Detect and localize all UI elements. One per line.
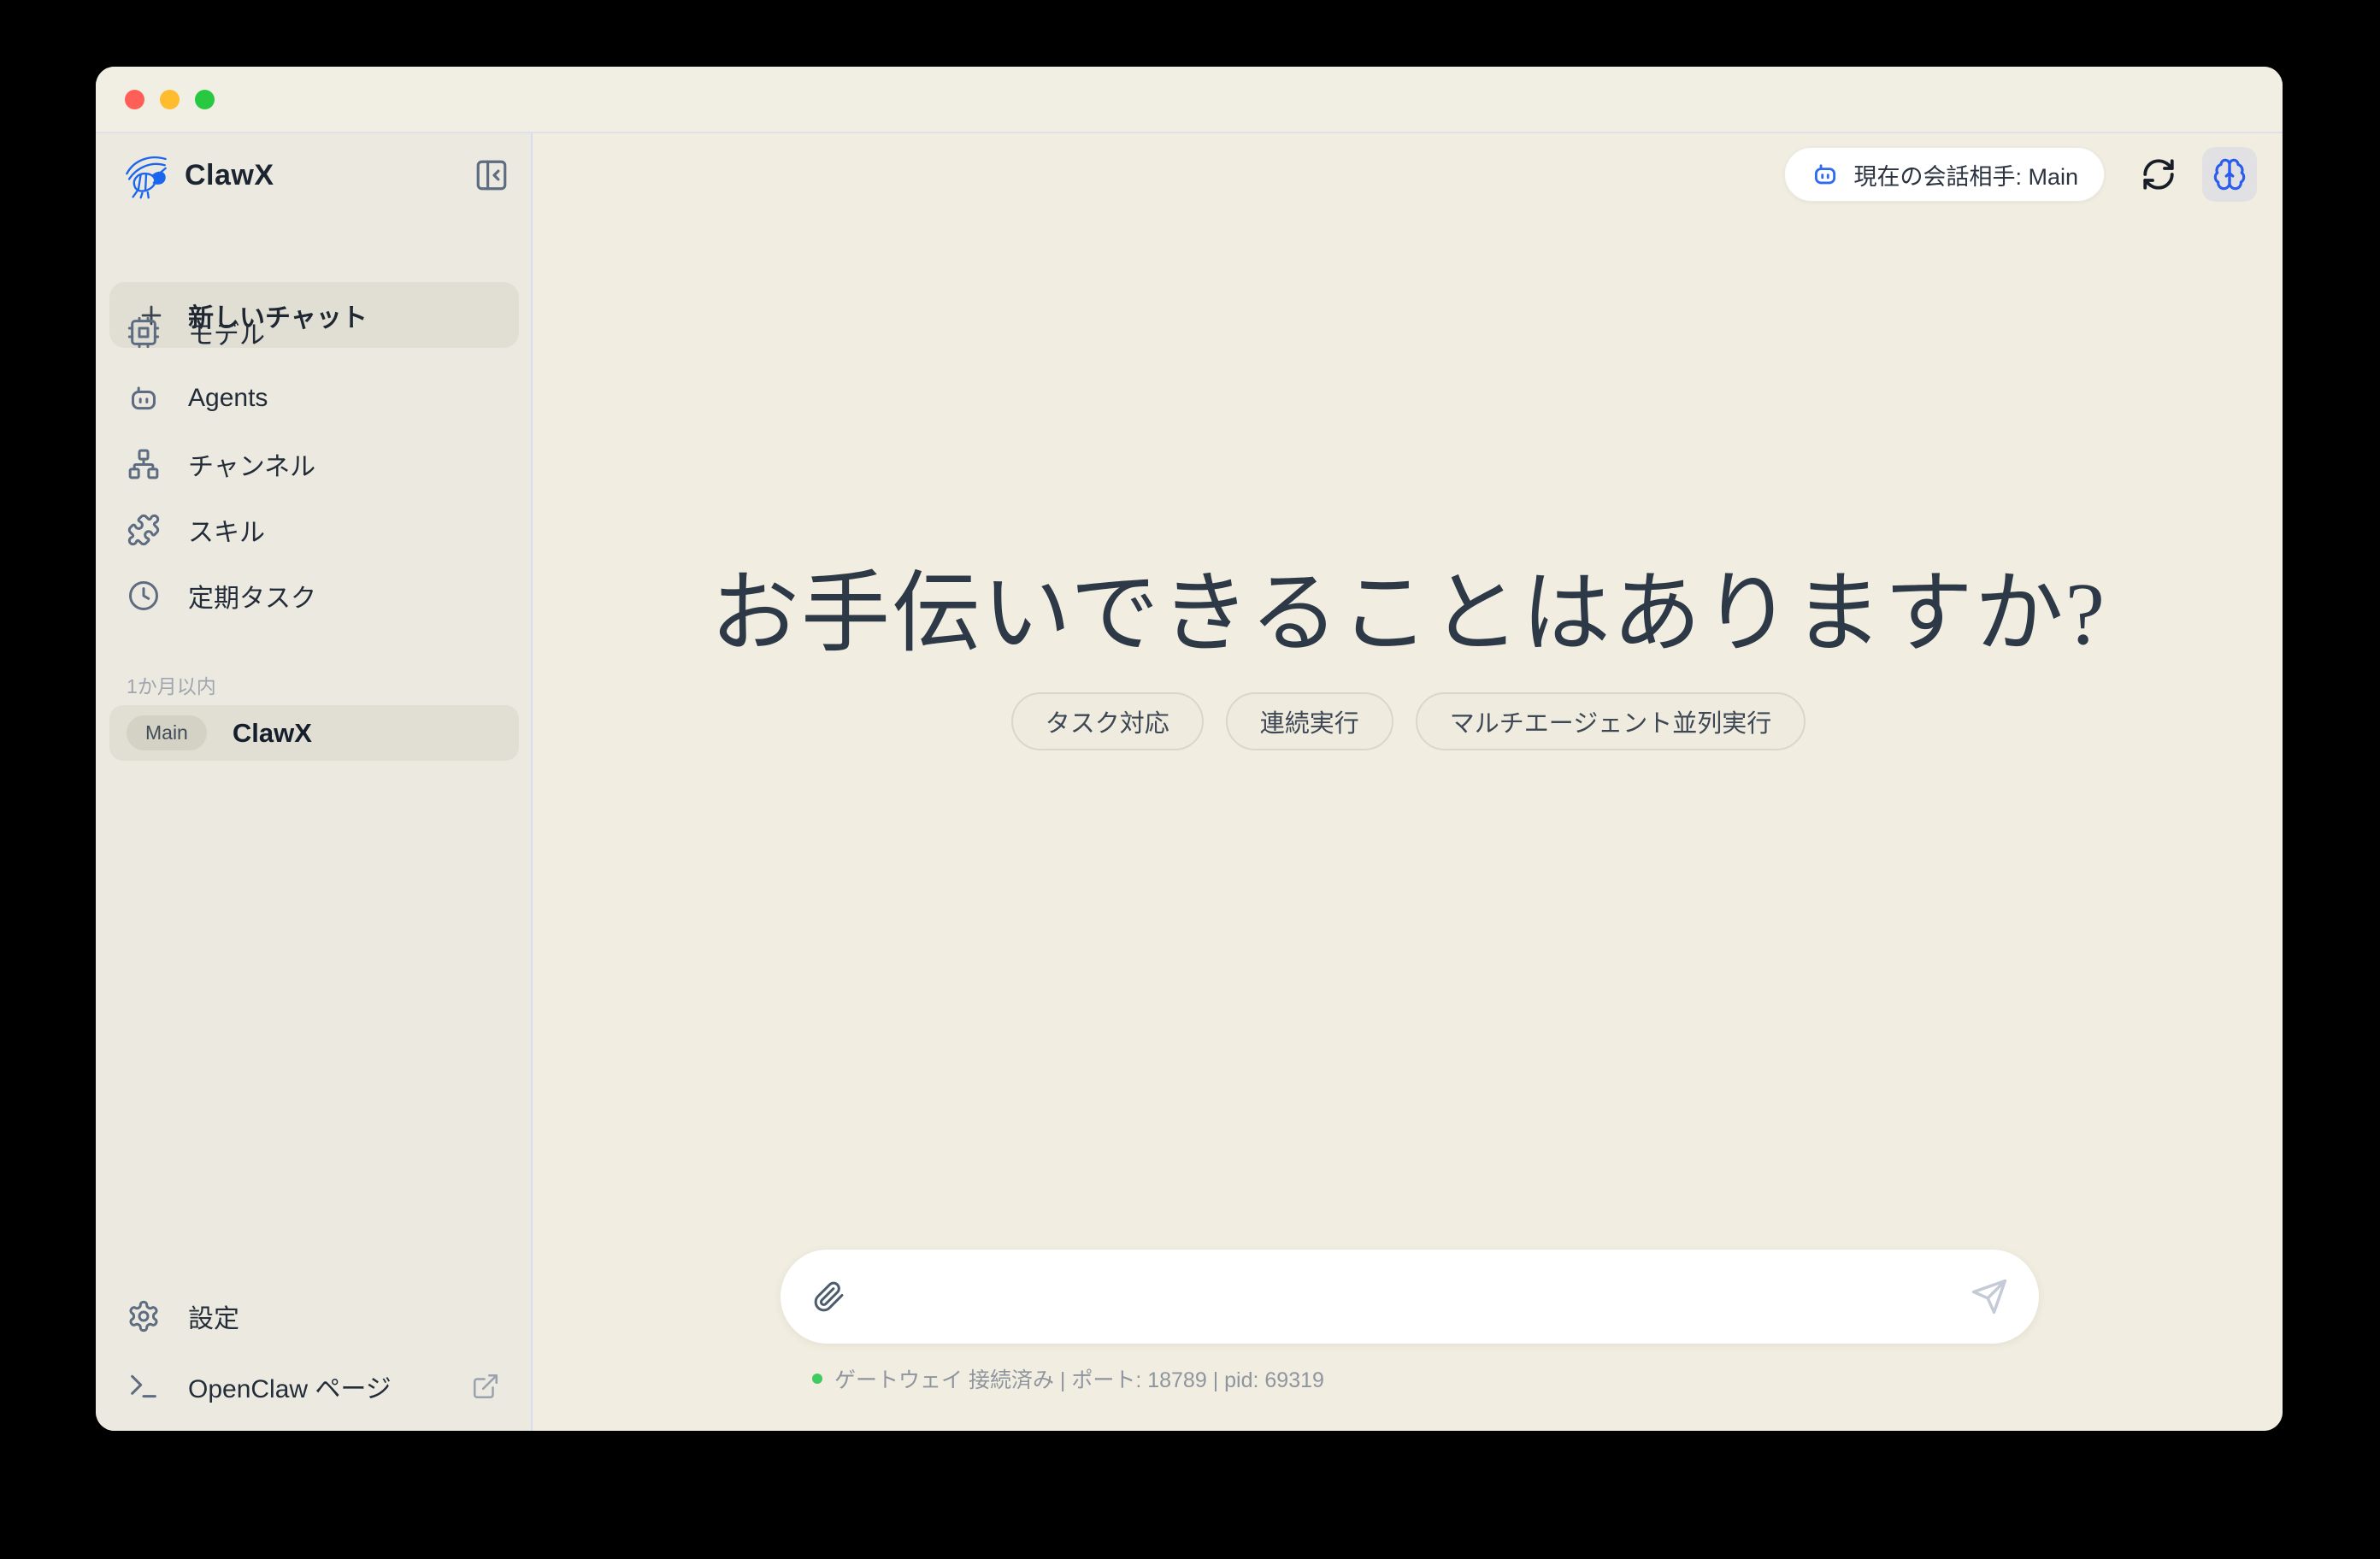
panel-collapse-icon xyxy=(474,157,510,193)
brain-button[interactable] xyxy=(2202,147,2257,202)
main-badge: Main xyxy=(127,715,207,750)
sidebar-item-label: スキル xyxy=(188,511,265,549)
history-section-label: 1か月以内 xyxy=(127,670,216,699)
external-link-icon xyxy=(471,1372,500,1401)
refresh-button[interactable] xyxy=(2139,155,2178,194)
sidebar-item-settings[interactable]: 設定 xyxy=(96,1291,531,1342)
sidebar: ClawX 新しいチャット xyxy=(96,133,533,1431)
brain-icon xyxy=(2212,157,2247,191)
history-item-label: ClawX xyxy=(233,718,312,749)
current-conversation-label: 現在の会話相手: Main xyxy=(1853,158,2078,191)
sidebar-header: ClawX xyxy=(96,147,531,203)
sidebar-footer: 設定 OpenClaw ページ xyxy=(96,1291,531,1412)
titlebar xyxy=(96,67,2283,133)
app-window: ClawX 新しいチャット xyxy=(96,67,2283,1431)
sidebar-item-label: 定期タスク xyxy=(188,577,316,615)
gear-icon xyxy=(127,1299,161,1333)
gateway-statusline: ゲートウェイ 接続済み | ポート: 18789 | pid: 69319 xyxy=(812,1364,1324,1393)
cpu-icon xyxy=(127,315,161,350)
connection-status-dot xyxy=(812,1374,822,1384)
robot-icon xyxy=(1811,160,1840,189)
send-icon[interactable] xyxy=(1971,1278,2008,1315)
sidebar-nav: モデル Agents xyxy=(96,299,531,628)
close-window-button[interactable] xyxy=(125,90,144,109)
network-icon xyxy=(127,447,161,481)
sidebar-item-skills[interactable]: スキル xyxy=(96,497,531,562)
terminal-icon xyxy=(127,1369,161,1403)
main-content: 現在の会話相手: Main xyxy=(534,133,2283,1431)
sidebar-item-label: モデル xyxy=(188,314,265,351)
chip-task-support[interactable]: タスク対応 xyxy=(1011,692,1204,750)
robot-icon xyxy=(127,381,161,415)
sidebar-item-label: チャンネル xyxy=(188,445,315,483)
header-actions: 現在の会話相手: Main xyxy=(1784,147,2257,202)
sidebar-item-agents[interactable]: Agents xyxy=(96,365,531,431)
minimize-window-button[interactable] xyxy=(160,90,180,109)
sidebar-item-models[interactable]: モデル xyxy=(96,299,531,365)
hero: お手伝いできることはありますか? xyxy=(534,540,2283,669)
refresh-icon xyxy=(2141,156,2177,192)
message-input[interactable] xyxy=(845,1250,1971,1344)
window-controls xyxy=(125,90,215,109)
openclaw-page-label: OpenClaw ページ xyxy=(188,1368,392,1405)
sidebar-item-label: Agents xyxy=(188,384,268,413)
current-conversation-chip[interactable]: 現在の会話相手: Main xyxy=(1784,147,2105,202)
clock-icon xyxy=(127,579,161,613)
chip-multi-agent-parallel[interactable]: マルチエージェント並列実行 xyxy=(1416,692,1806,750)
desktop-background: ClawX 新しいチャット xyxy=(0,0,2380,1559)
sidebar-item-openclaw-page[interactable]: OpenClaw ページ xyxy=(96,1361,531,1412)
message-composer xyxy=(781,1250,2039,1344)
greeting-heading: お手伝いできることはありますか? xyxy=(534,540,2283,669)
app-title: ClawX xyxy=(185,159,274,192)
chip-continuous-run[interactable]: 連続実行 xyxy=(1226,692,1393,750)
settings-label: 設定 xyxy=(188,1297,239,1335)
clawx-lobster-logo-icon xyxy=(120,150,173,200)
sidebar-collapse-button[interactable] xyxy=(472,156,511,195)
sidebar-item-scheduled-tasks[interactable]: 定期タスク xyxy=(96,562,531,628)
gateway-status-text: ゲートウェイ 接続済み | ポート: 18789 | pid: 69319 xyxy=(834,1363,1324,1394)
suggestion-chips: タスク対応 連続実行 マルチエージェント並列実行 xyxy=(534,692,2283,750)
puzzle-icon xyxy=(127,513,161,547)
paperclip-icon[interactable] xyxy=(813,1280,845,1313)
sidebar-item-channels[interactable]: チャンネル xyxy=(96,431,531,497)
zoom-window-button[interactable] xyxy=(195,90,215,109)
history-item-clawx[interactable]: Main ClawX xyxy=(109,705,519,761)
